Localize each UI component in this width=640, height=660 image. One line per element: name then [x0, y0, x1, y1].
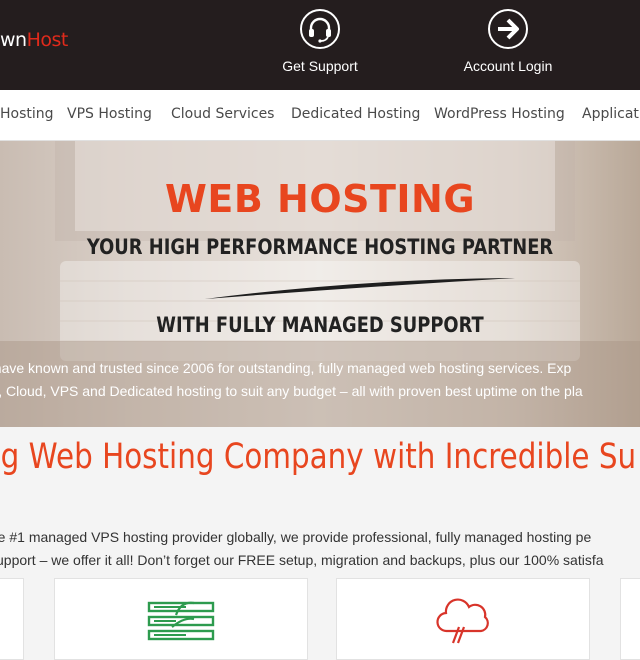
feature-card-partial-left[interactable]: [0, 578, 24, 660]
site-logo[interactable]: wnHost: [0, 29, 68, 51]
logo-text-red: Host: [26, 29, 69, 51]
intro-heading: ng Web Hosting Company with Incredible S…: [0, 437, 637, 477]
intro-text-line1: the #1 managed VPS hosting provider glob…: [0, 529, 592, 545]
header-action-partial[interactable]: [620, 8, 640, 58]
hero-description-line2: red, Cloud, VPS and Dedicated hosting to…: [0, 383, 583, 399]
account-login-label: Account Login: [463, 58, 553, 74]
logo-text-white: wn: [0, 29, 27, 51]
nav-item-hosting[interactable]: Hosting: [0, 106, 54, 122]
intro-text-line2: upport – we offer it all! Don’t forget o…: [0, 552, 604, 568]
nav-item-applications[interactable]: Applicati: [582, 106, 640, 122]
top-bar: wnHost Get Support Account Login: [0, 0, 640, 90]
feature-card-partial-right[interactable]: [620, 578, 640, 660]
nav-item-dedicated-hosting[interactable]: Dedicated Hosting: [291, 106, 420, 122]
nav-item-vps-hosting[interactable]: VPS Hosting: [67, 106, 152, 122]
arrow-right-circle-icon: [488, 9, 528, 49]
get-support-link[interactable]: Get Support: [270, 8, 370, 74]
main-nav: Hosting VPS Hosting Cloud Services Dedic…: [0, 90, 640, 141]
account-login-link[interactable]: Account Login: [452, 8, 564, 74]
hero-description-line1: ies have known and trusted since 2006 fo…: [0, 360, 572, 376]
headset-icon: [300, 9, 340, 49]
hero-subtitle-support: WITH FULLY MANAGED SUPPORT: [156, 313, 484, 337]
feature-card-servers[interactable]: [54, 578, 308, 660]
hero-subtitle: YOUR HIGH PERFORMANCE HOSTING PARTNER: [86, 235, 554, 259]
nav-item-wordpress-hosting[interactable]: WordPress Hosting: [434, 106, 565, 122]
hero-banner: WEB HOSTING YOUR HIGH PERFORMANCE HOSTIN…: [0, 141, 640, 427]
nav-item-cloud-services[interactable]: Cloud Services: [171, 106, 274, 122]
hero-title: WEB HOSTING: [164, 177, 476, 221]
feature-card-cloud[interactable]: [336, 578, 590, 660]
get-support-label: Get Support: [282, 58, 358, 74]
